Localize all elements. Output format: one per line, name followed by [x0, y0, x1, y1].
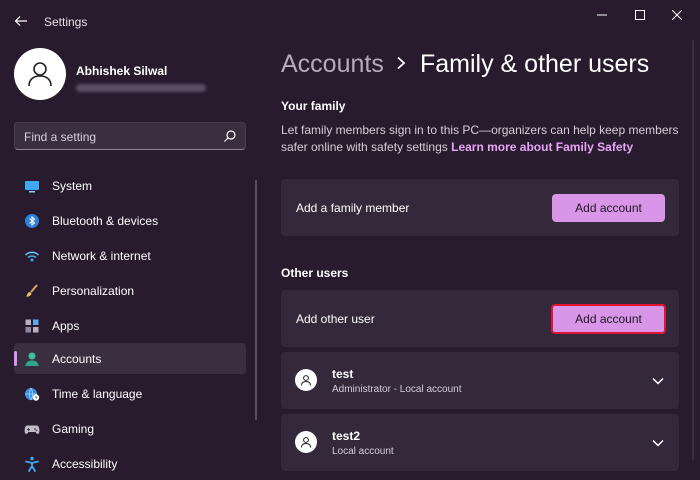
learn-more-link[interactable]: Learn more about Family Safety [451, 140, 633, 154]
sidebar-item-bluetooth[interactable]: Bluetooth & devices [14, 205, 246, 236]
app-title: Settings [44, 15, 88, 29]
maximize-icon [635, 10, 645, 20]
sidebar-item-network[interactable]: Network & internet [14, 240, 246, 271]
sidebar-item-label: Gaming [52, 422, 95, 436]
search-icon [224, 130, 236, 142]
minimize-icon [597, 14, 607, 16]
sidebar-item-accounts[interactable]: Accounts [14, 343, 246, 374]
user-detail: Administrator - Local account [332, 384, 462, 395]
active-indicator [14, 351, 17, 366]
person-icon [28, 62, 52, 87]
paintbrush-icon [26, 284, 38, 297]
sidebar-item-accessibility[interactable]: Accessibility [14, 448, 246, 479]
sidebar-item-label: Accessibility [52, 457, 118, 471]
close-button[interactable] [666, 6, 688, 24]
sidebar-item-label: Personalization [52, 284, 135, 298]
user-row[interactable]: test2 Local account [281, 414, 679, 471]
person-icon [301, 375, 311, 386]
person-icon [25, 352, 39, 366]
profile-email-blurred [76, 84, 206, 92]
sidebar-scrollbar[interactable] [255, 180, 257, 420]
breadcrumb-parent[interactable]: Accounts [281, 50, 384, 79]
family-description: Let family members sign in to this PC—or… [281, 122, 681, 156]
page-title: Family & other users [420, 50, 650, 78]
main-scrollbar[interactable] [692, 40, 694, 460]
gamepad-icon [24, 425, 40, 434]
back-button[interactable] [10, 10, 32, 32]
add-other-user-label: Add other user [296, 312, 375, 326]
search-input[interactable]: Find a setting [14, 122, 246, 150]
chevron-down-icon[interactable] [651, 438, 665, 448]
accessibility-icon [25, 456, 39, 472]
sidebar-item-personalization[interactable]: Personalization [14, 275, 246, 306]
sidebar-item-label: System [52, 179, 93, 193]
section-title-your-family: Your family [281, 99, 346, 113]
sidebar-item-time-language[interactable]: Time & language [14, 378, 246, 409]
globe-clock-icon [25, 387, 40, 401]
add-other-account-button[interactable]: Add account [551, 304, 666, 334]
sidebar-item-label: Bluetooth & devices [52, 214, 159, 228]
person-icon [301, 437, 311, 448]
user-name: test2 [332, 429, 361, 443]
add-family-member-label: Add a family member [296, 201, 410, 215]
user-row[interactable]: test Administrator - Local account [281, 352, 679, 409]
sidebar-item-gaming[interactable]: Gaming [14, 413, 246, 444]
sidebar-item-label: Time & language [52, 387, 143, 401]
arrow-left-icon [14, 16, 27, 26]
avatar [295, 431, 317, 453]
add-other-user-card: Add other user Add account [281, 290, 679, 347]
bluetooth-icon [25, 214, 39, 228]
sidebar-item-system[interactable]: System [14, 170, 246, 201]
add-family-member-card: Add a family member Add account [281, 179, 679, 236]
search-placeholder: Find a setting [24, 130, 97, 144]
sidebar-item-apps[interactable]: Apps [14, 310, 246, 341]
sidebar-item-label: Apps [52, 319, 80, 333]
close-icon [672, 10, 682, 20]
maximize-button[interactable] [629, 6, 651, 24]
apps-icon [25, 319, 39, 333]
section-title-other-users: Other users [281, 266, 349, 280]
sidebar-item-label: Accounts [52, 352, 102, 366]
wifi-icon [24, 251, 40, 262]
sidebar-item-label: Network & internet [52, 249, 151, 263]
user-name: test [332, 367, 354, 381]
add-family-account-button[interactable]: Add account [552, 194, 665, 222]
chevron-right-icon [397, 56, 406, 70]
minimize-button[interactable] [591, 6, 613, 24]
avatar [295, 369, 317, 391]
chevron-down-icon[interactable] [651, 376, 665, 386]
title-bar: Settings [0, 0, 700, 40]
monitor-icon [25, 181, 39, 193]
user-detail: Local account [332, 446, 394, 457]
avatar [14, 48, 66, 100]
profile-name: Abhishek Silwal [76, 64, 168, 78]
